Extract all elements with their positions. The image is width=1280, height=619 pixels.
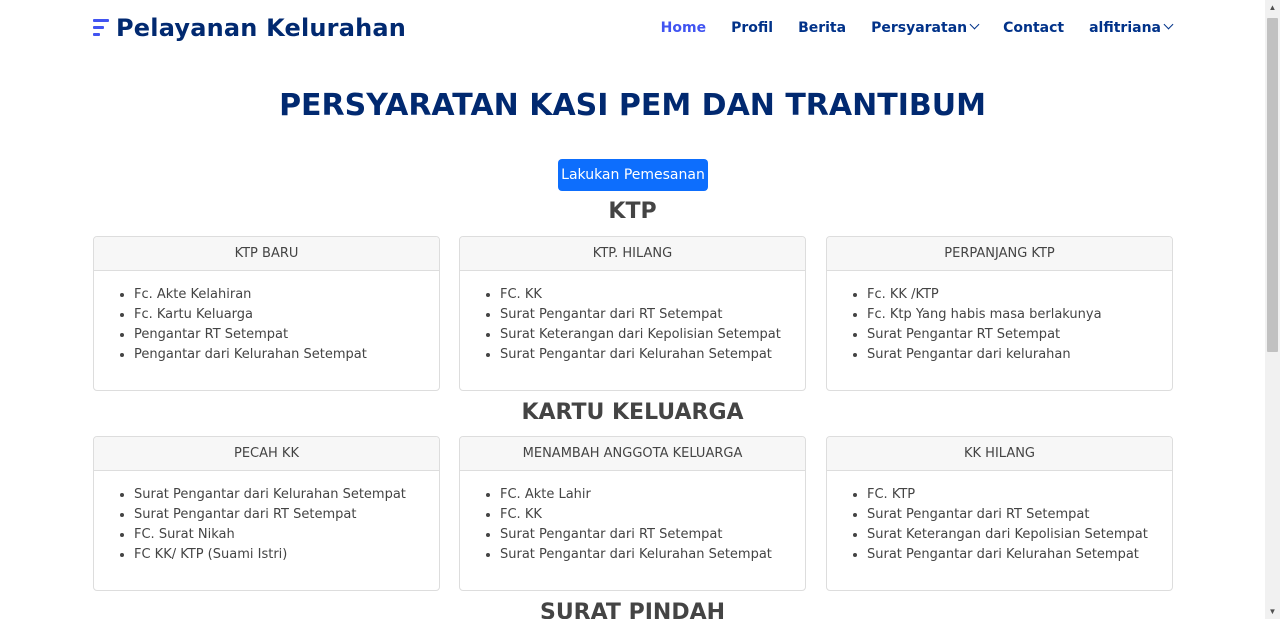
card-menambah-anggota-keluarga: MENAMBAH ANGGOTA KELUARGA FC. Akte Lahir… (459, 436, 806, 591)
nav-contact[interactable]: Contact (1003, 20, 1064, 36)
list-item: FC. Akte Lahir (500, 485, 805, 505)
scrollbar-thumb[interactable] (1267, 18, 1278, 352)
list-item: Surat Pengantar dari RT Setempat (500, 525, 805, 545)
card-body: FC. KTP Surat Pengantar dari RT Setempat… (827, 471, 1172, 565)
nav-profil[interactable]: Profil (731, 20, 773, 36)
page: Pelayanan Kelurahan Home Profil Berita P… (0, 0, 1265, 619)
section-title-kartu-keluarga: KARTU KELUARGA (521, 400, 744, 425)
scroll-up-icon[interactable]: ▲ (1265, 0, 1280, 15)
list-item: Surat Pengantar RT Setempat (867, 325, 1172, 345)
scroll-down-icon[interactable]: ▼ (1265, 604, 1280, 619)
list-item: FC KK/ KTP (Suami Istri) (134, 545, 439, 565)
section-title-ktp: KTP (608, 199, 657, 224)
chevron-down-icon (1163, 19, 1174, 30)
main-nav: Home Profil Berita Persyaratan Contact a… (636, 0, 1174, 55)
list-item: Surat Pengantar dari Kelurahan Setempat (134, 485, 439, 505)
card-body: FC. Akte Lahir FC. KK Surat Pengantar da… (460, 471, 805, 565)
logo-icon (93, 17, 109, 39)
list-item: Surat Keterangan dari Kepolisian Setempa… (500, 325, 805, 345)
list-item: Surat Pengantar dari RT Setempat (134, 505, 439, 525)
user-name: alfitriana (1089, 19, 1161, 36)
list-item: Surat Pengantar dari Kelurahan Setempat (500, 545, 805, 565)
nav-home[interactable]: Home (661, 20, 706, 36)
list-item: FC. KTP (867, 485, 1172, 505)
card-header: MENAMBAH ANGGOTA KELUARGA (460, 437, 805, 471)
list-item: Fc. KK /KTP (867, 285, 1172, 305)
card-body: Fc. Akte Kelahiran Fc. Kartu Keluarga Pe… (94, 271, 439, 365)
list-item: Fc. Kartu Keluarga (134, 305, 439, 325)
list-item: Surat Pengantar dari kelurahan (867, 345, 1172, 365)
nav-berita[interactable]: Berita (798, 20, 846, 36)
list-item: Pengantar RT Setempat (134, 325, 439, 345)
card-header: KTP. HILANG (460, 237, 805, 271)
list-item: Fc. Akte Kelahiran (134, 285, 439, 305)
card-perpanjang-ktp: PERPANJANG KTP Fc. KK /KTP Fc. Ktp Yang … (826, 236, 1173, 391)
card-header: KTP BARU (94, 237, 439, 271)
header: Pelayanan Kelurahan Home Profil Berita P… (0, 0, 1265, 55)
chevron-down-icon (969, 19, 980, 30)
order-button[interactable]: Lakukan Pemesanan (558, 159, 708, 191)
nav-persyaratan[interactable]: Persyaratan (871, 19, 980, 36)
page-title: PERSYARATAN KASI PEM DAN TRANTIBUM (279, 88, 986, 123)
list-item: FC. KK (500, 285, 805, 305)
card-body: FC. KK Surat Pengantar dari RT Setempat … (460, 271, 805, 365)
list-item: Fc. Ktp Yang habis masa berlakunya (867, 305, 1172, 325)
logo-text: Pelayanan Kelurahan (116, 14, 407, 42)
nav-user-menu[interactable]: alfitriana (1089, 19, 1174, 36)
card-header: PECAH KK (94, 437, 439, 471)
nav-persyaratan-label: Persyaratan (871, 19, 968, 36)
card-kk-hilang: KK HILANG FC. KTP Surat Pengantar dari R… (826, 436, 1173, 591)
card-ktp-hilang: KTP. HILANG FC. KK Surat Pengantar dari … (459, 236, 806, 391)
list-item: Surat Pengantar dari Kelurahan Setempat (867, 545, 1172, 565)
vertical-scrollbar[interactable]: ▲ ▼ (1265, 0, 1280, 619)
list-item: Surat Keterangan dari Kepolisian Setempa… (867, 525, 1172, 545)
list-item: Pengantar dari Kelurahan Setempat (134, 345, 439, 365)
list-item: Surat Pengantar dari RT Setempat (867, 505, 1172, 525)
list-item: Surat Pengantar dari RT Setempat (500, 305, 805, 325)
section-title-surat-pindah: SURAT PINDAH (539, 600, 726, 619)
card-body: Fc. KK /KTP Fc. Ktp Yang habis masa berl… (827, 271, 1172, 365)
card-ktp-baru: KTP BARU Fc. Akte Kelahiran Fc. Kartu Ke… (93, 236, 440, 391)
list-item: FC. Surat Nikah (134, 525, 439, 545)
list-item: Surat Pengantar dari Kelurahan Setempat (500, 345, 805, 365)
logo[interactable]: Pelayanan Kelurahan (93, 13, 406, 43)
card-header: PERPANJANG KTP (827, 237, 1172, 271)
card-body: Surat Pengantar dari Kelurahan Setempat … (94, 471, 439, 565)
card-header: KK HILANG (827, 437, 1172, 471)
list-item: FC. KK (500, 505, 805, 525)
card-pecah-kk: PECAH KK Surat Pengantar dari Kelurahan … (93, 436, 440, 591)
